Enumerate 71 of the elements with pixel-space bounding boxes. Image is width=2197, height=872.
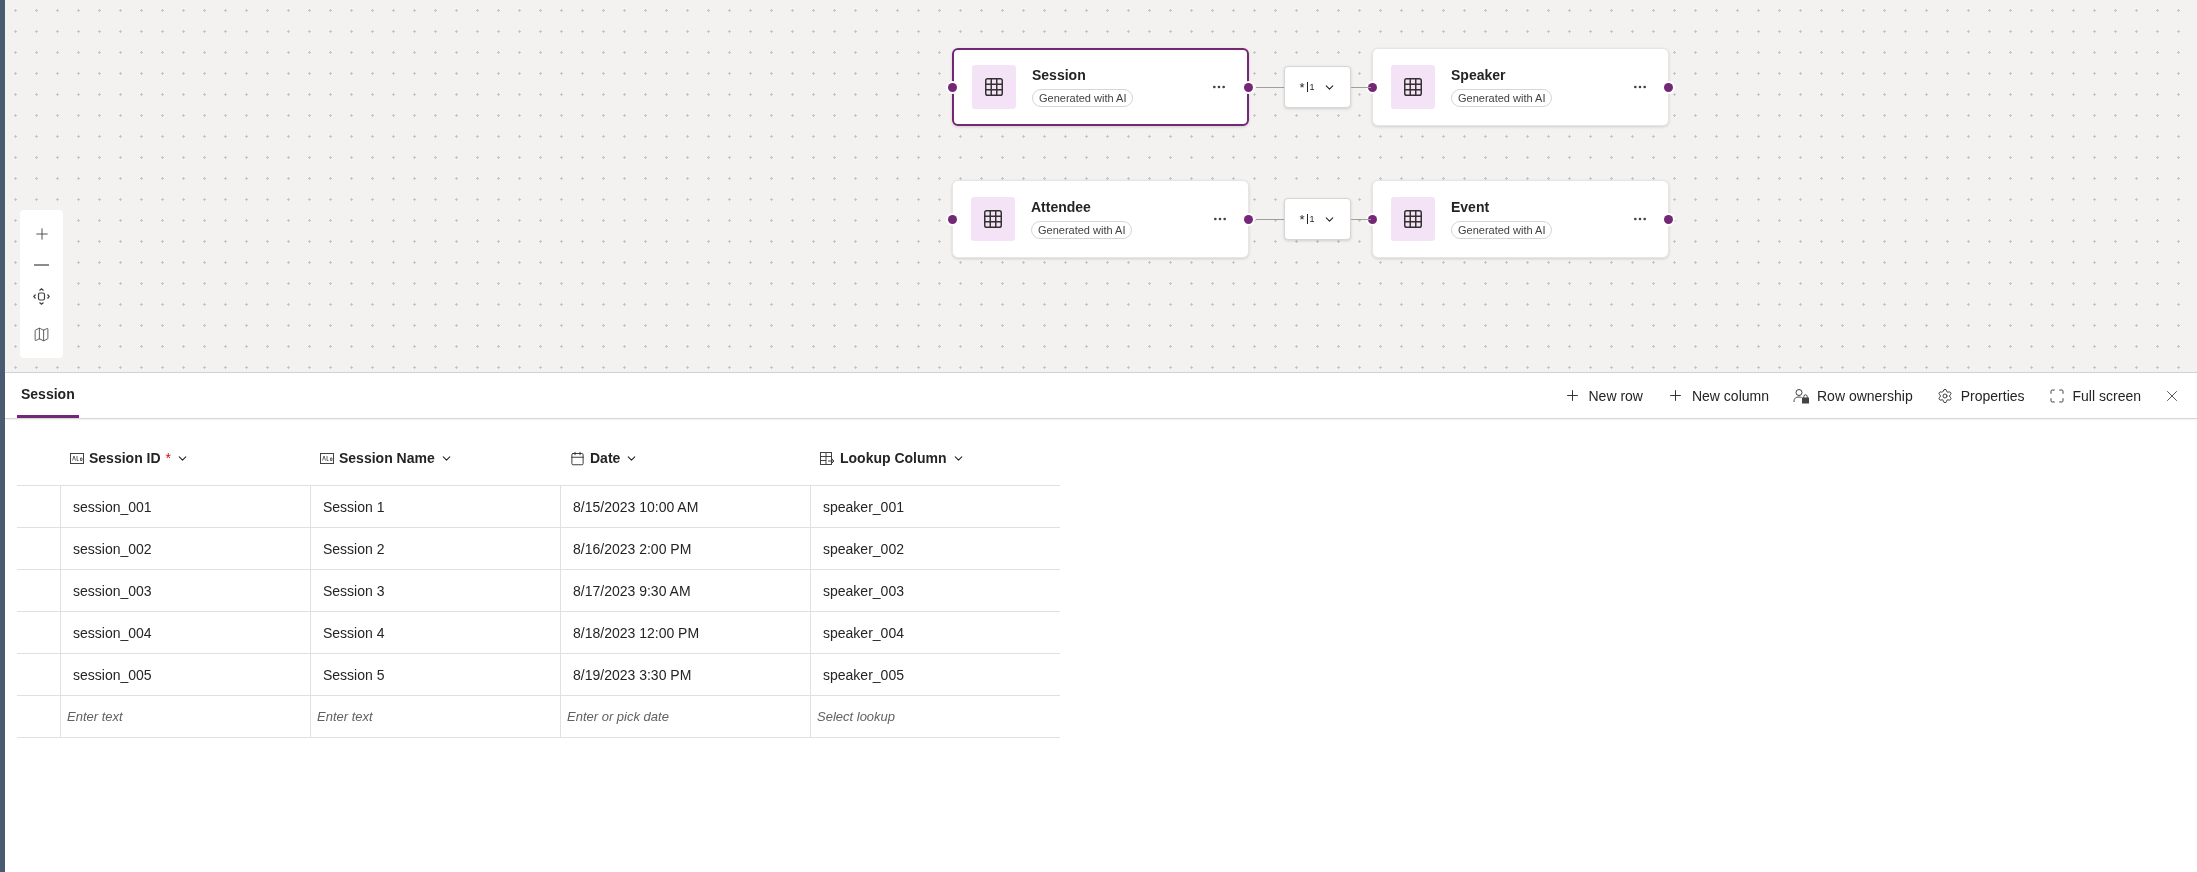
user-lock-icon	[1793, 387, 1809, 404]
new-row-input[interactable]: Enter text	[60, 696, 310, 738]
column-header[interactable]: Session Name	[310, 431, 560, 486]
connection-dot[interactable]	[1664, 83, 1673, 92]
connection-dot[interactable]	[948, 215, 957, 224]
new-row-input[interactable]: Enter or pick date	[560, 696, 810, 738]
connection-dot[interactable]	[1244, 215, 1253, 224]
table-cell: speaker_004	[810, 612, 1060, 654]
table-cell: Session 2	[310, 528, 560, 570]
calendar-icon	[570, 450, 585, 466]
column-label: Lookup Column	[840, 450, 947, 466]
table-cell: 8/15/2023 10:00 AM	[560, 486, 810, 528]
entity-name: Speaker	[1451, 67, 1506, 83]
table-icon	[1402, 76, 1424, 98]
text-column-icon	[70, 452, 84, 464]
table-icon	[983, 76, 1005, 98]
text-column-icon	[320, 452, 334, 464]
minus-icon	[34, 264, 49, 267]
column-label: Session Name	[339, 450, 435, 466]
entity-card[interactable]: Session Generated with AI	[952, 48, 1249, 126]
relationship-button[interactable]: * 1	[1284, 198, 1351, 240]
table-tab[interactable]: Session	[17, 373, 79, 418]
table-cell: session_001	[60, 486, 310, 528]
map-icon	[33, 326, 50, 344]
settings-icon	[1936, 387, 1953, 404]
new-row-input[interactable]: Enter text	[310, 696, 560, 738]
entity-name: Attendee	[1031, 199, 1091, 215]
entity-card[interactable]: Attendee Generated with AI	[952, 180, 1249, 258]
fullscreen-icon	[2048, 387, 2065, 404]
connector-line	[1351, 87, 1371, 88]
toolbar-button[interactable]: New column	[1654, 387, 1781, 404]
table-cell: speaker_001	[810, 486, 1060, 528]
connection-dot[interactable]	[1664, 215, 1673, 224]
connection-dot[interactable]	[1368, 83, 1377, 92]
required-mark: *	[165, 450, 172, 466]
toolbar-button[interactable]: Full screen	[2036, 387, 2153, 404]
connection-dot[interactable]	[948, 83, 957, 92]
entity-name: Session	[1032, 67, 1086, 83]
table-icon	[1402, 208, 1424, 230]
table-cell: 8/16/2023 2:00 PM	[560, 528, 810, 570]
connection-dot[interactable]	[1368, 215, 1377, 224]
column-label: Session ID	[89, 450, 161, 466]
connector-line	[1351, 219, 1371, 220]
column-label: Date	[590, 450, 621, 466]
toolbar-button[interactable]: New row	[1551, 387, 1655, 404]
entity-card[interactable]: Event Generated with AI	[1372, 180, 1669, 258]
table-cell: speaker_002	[810, 528, 1060, 570]
column-header[interactable]: Date	[560, 431, 810, 486]
fit-view-icon	[33, 287, 50, 305]
table-cell: Session 3	[310, 570, 560, 612]
table-cell: session_004	[60, 612, 310, 654]
connection-dot[interactable]	[1244, 83, 1253, 92]
new-row-input[interactable]: Select lookup	[810, 696, 1060, 738]
connector-line	[1256, 219, 1284, 220]
column-header[interactable]: Lookup Column	[810, 431, 1060, 486]
table-cell: 8/17/2023 9:30 AM	[560, 570, 810, 612]
entity-name: Event	[1451, 199, 1490, 215]
table-cell: Session 1	[310, 486, 560, 528]
toolbar-button[interactable]: Row ownership	[1781, 387, 1925, 404]
column-header[interactable]: Session ID *	[60, 431, 310, 486]
relationship-button[interactable]: * 1	[1284, 66, 1351, 108]
entity-card[interactable]: Speaker Generated with AI	[1372, 48, 1669, 126]
lookup-column-icon	[820, 451, 835, 465]
toolbar-button[interactable]: Properties	[1924, 387, 2037, 404]
table-cell: session_002	[60, 528, 310, 570]
connector-line	[1256, 87, 1284, 88]
table-icon	[982, 208, 1004, 230]
table-cell: speaker_003	[810, 570, 1060, 612]
table-cell: session_003	[60, 570, 310, 612]
table-cell: 8/18/2023 12:00 PM	[560, 612, 810, 654]
table-cell: Session 4	[310, 612, 560, 654]
